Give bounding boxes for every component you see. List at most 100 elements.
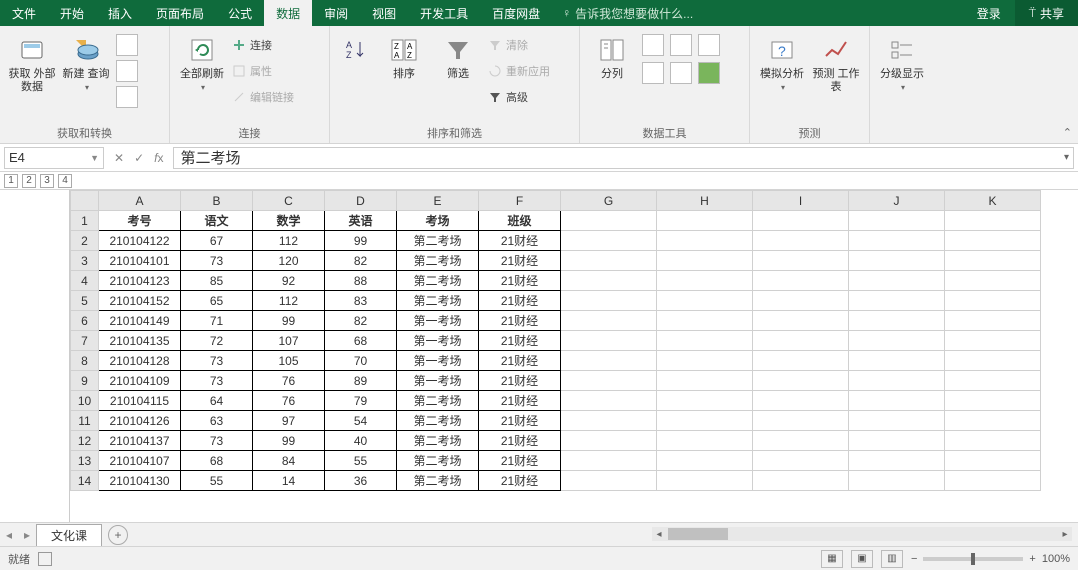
tab-baidu[interactable]: 百度网盘: [480, 0, 552, 26]
tab-dev[interactable]: 开发工具: [408, 0, 480, 26]
outline-gutter[interactable]: [0, 190, 70, 522]
sort-az-icon: AZ: [340, 34, 372, 66]
table-row[interactable]: 22101041226711299第二考场21财经: [71, 231, 1041, 251]
show-queries-button[interactable]: [116, 34, 138, 56]
advanced-filter-button[interactable]: 高级: [488, 86, 550, 108]
data-validation-button[interactable]: [698, 34, 720, 56]
col-header[interactable]: F: [479, 191, 561, 211]
zoom-value[interactable]: 100%: [1042, 553, 1070, 565]
tab-layout[interactable]: 页面布局: [144, 0, 216, 26]
name-box-value: E4: [9, 150, 25, 165]
sheet-nav-next[interactable]: ▸: [18, 528, 36, 542]
zoom-in-button[interactable]: +: [1029, 553, 1035, 565]
sheet-nav-prev[interactable]: ◂: [0, 528, 18, 542]
connections-button[interactable]: 连接: [232, 34, 294, 56]
view-page-layout-button[interactable]: ▣: [851, 550, 873, 568]
sort-icon: ZAAZ: [388, 34, 420, 66]
spreadsheet-grid[interactable]: A B C D E F G H I J K 1 考号语文数学英语考场班级 221…: [70, 190, 1041, 491]
svg-text:?: ?: [778, 43, 786, 59]
zoom-slider[interactable]: [923, 557, 1023, 561]
tab-home[interactable]: 开始: [48, 0, 96, 26]
view-normal-button[interactable]: ▦: [821, 550, 843, 568]
view-page-break-button[interactable]: ▥: [881, 550, 903, 568]
formula-input[interactable]: 第二考场 ▾: [173, 147, 1074, 169]
data-model-button[interactable]: [698, 62, 720, 84]
sort-button[interactable]: ZAAZ 排序: [380, 30, 428, 81]
col-header[interactable]: E: [397, 191, 479, 211]
select-all[interactable]: [71, 191, 99, 211]
table-row[interactable]: 6210104149719982第一考场21财经: [71, 311, 1041, 331]
table-row[interactable]: 1 考号语文数学英语考场班级: [71, 211, 1041, 231]
table-row[interactable]: 32101041017312082第二考场21财经: [71, 251, 1041, 271]
share-button[interactable]: ⍡ 共享: [1015, 0, 1078, 26]
col-header[interactable]: J: [849, 191, 945, 211]
table-row[interactable]: 11210104126639754第二考场21财经: [71, 411, 1041, 431]
col-header[interactable]: I: [753, 191, 849, 211]
tell-me[interactable]: ♀ 告诉我您想要做什么...: [552, 0, 703, 26]
zoom-out-button[interactable]: −: [911, 553, 917, 565]
whatif-button[interactable]: ? 模拟分析: [758, 30, 806, 94]
table-row[interactable]: 13210104107688455第二考场21财经: [71, 451, 1041, 471]
collapse-ribbon-button[interactable]: ⌃: [1063, 126, 1072, 139]
expand-formula-icon[interactable]: ▾: [1064, 152, 1069, 163]
chevron-down-icon[interactable]: ▼: [90, 153, 99, 163]
tab-formula[interactable]: 公式: [216, 0, 264, 26]
table-row[interactable]: 82101041287310570第一考场21财经: [71, 351, 1041, 371]
col-header[interactable]: D: [325, 191, 397, 211]
tab-insert[interactable]: 插入: [96, 0, 144, 26]
name-box[interactable]: E4 ▼: [4, 147, 104, 169]
col-header[interactable]: K: [945, 191, 1041, 211]
col-header[interactable]: A: [99, 191, 181, 211]
tab-view[interactable]: 视图: [360, 0, 408, 26]
add-sheet-button[interactable]: +: [108, 525, 128, 545]
relationships-button[interactable]: [670, 62, 692, 84]
cancel-formula-button[interactable]: ✕: [114, 151, 124, 165]
fx-button[interactable]: fx: [154, 151, 163, 165]
person-icon: ⍡: [1029, 6, 1036, 21]
outline-button[interactable]: 分级显示: [878, 30, 926, 94]
table-row[interactable]: 52101041526511283第二考场21财经: [71, 291, 1041, 311]
col-header[interactable]: G: [561, 191, 657, 211]
confirm-formula-button[interactable]: ✓: [134, 151, 144, 165]
col-header[interactable]: H: [657, 191, 753, 211]
forecast-button[interactable]: 预测 工作表: [812, 30, 860, 94]
get-external-data-button[interactable]: 获取 外部数据: [8, 30, 56, 94]
recent-sources-button[interactable]: [116, 86, 138, 108]
remove-dup-button[interactable]: [670, 34, 692, 56]
external-data-icon: [16, 34, 48, 66]
clear-filter-button[interactable]: 清除: [488, 34, 550, 56]
properties-button[interactable]: 属性: [232, 60, 294, 82]
filter-button[interactable]: 筛选: [434, 30, 482, 81]
col-header[interactable]: B: [181, 191, 253, 211]
flash-fill-button[interactable]: [642, 34, 664, 56]
tab-data[interactable]: 数据: [264, 0, 312, 26]
table-row[interactable]: 12210104137739940第二考场21财经: [71, 431, 1041, 451]
outline-level-2[interactable]: 2: [22, 174, 36, 188]
sheet-tab[interactable]: 文化课: [36, 524, 102, 546]
table-row[interactable]: 72101041357210768第一考场21财经: [71, 331, 1041, 351]
from-table-button[interactable]: [116, 60, 138, 82]
bulb-icon: ♀: [562, 6, 571, 20]
new-query-button[interactable]: 新建 查询: [62, 30, 110, 94]
consolidate-button[interactable]: [642, 62, 664, 84]
outline-level-4[interactable]: 4: [58, 174, 72, 188]
tab-review[interactable]: 审阅: [312, 0, 360, 26]
table-row[interactable]: 4210104123859288第二考场21财经: [71, 271, 1041, 291]
text-to-columns-button[interactable]: 分列: [588, 30, 636, 81]
col-header[interactable]: C: [253, 191, 325, 211]
horizontal-scrollbar[interactable]: ◂▸: [652, 527, 1072, 541]
macro-record-icon[interactable]: [38, 552, 52, 566]
table-row[interactable]: 9210104109737689第一考场21财经: [71, 371, 1041, 391]
edit-links-button[interactable]: 编辑链接: [232, 86, 294, 108]
refresh-all-button[interactable]: 全部刷新: [178, 30, 226, 94]
outline-level-1[interactable]: 1: [4, 174, 18, 188]
table-row[interactable]: 10210104115647679第二考场21财经: [71, 391, 1041, 411]
login-button[interactable]: 登录: [963, 0, 1015, 26]
sort-az-button[interactable]: AZ: [338, 30, 374, 66]
table-row[interactable]: 14210104130551436第二考场21财经: [71, 471, 1041, 491]
reapply-button[interactable]: 重新应用: [488, 60, 550, 82]
svg-text:Z: Z: [346, 50, 352, 60]
tab-file[interactable]: 文件: [0, 0, 48, 26]
outline-level-3[interactable]: 3: [40, 174, 54, 188]
svg-text:A: A: [346, 40, 352, 50]
